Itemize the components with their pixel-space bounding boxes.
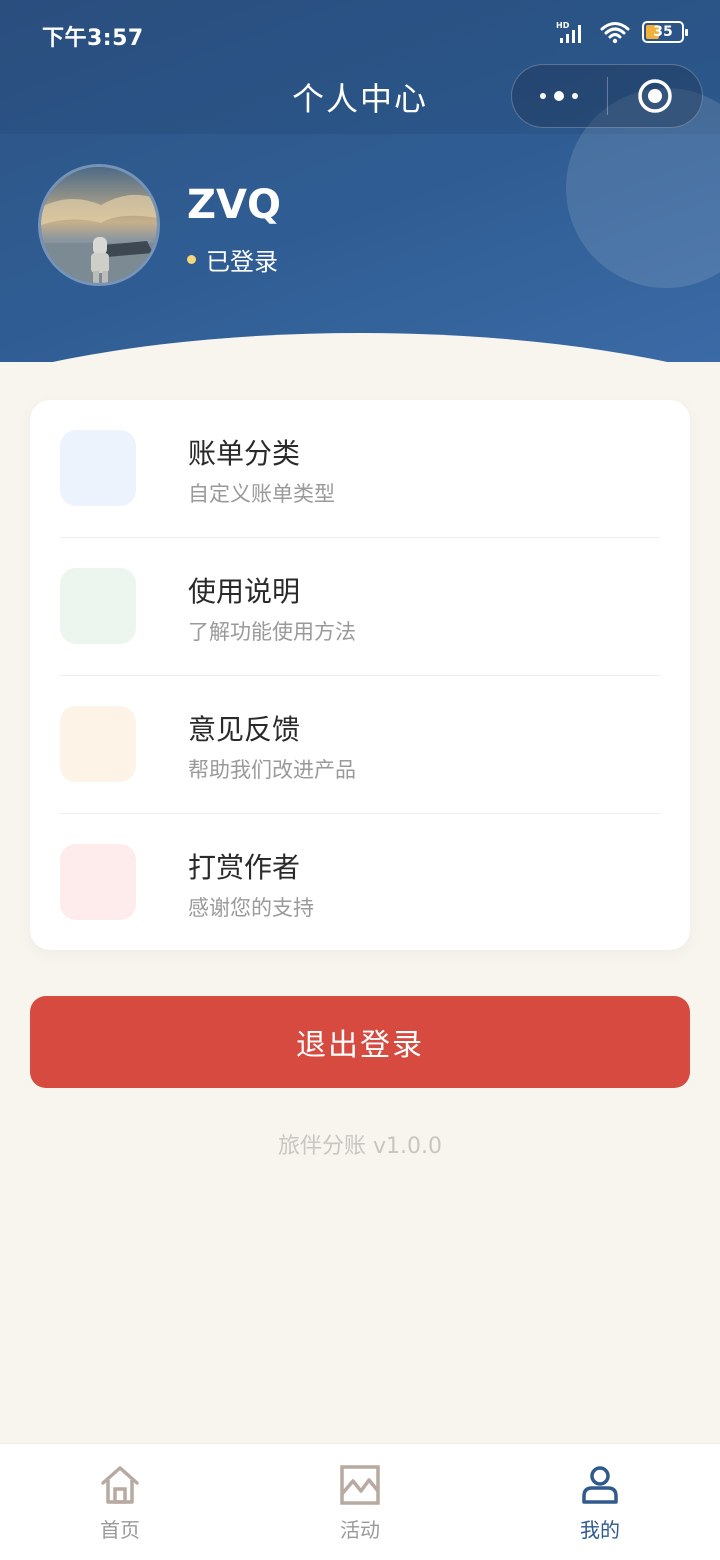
tab-mine[interactable]: 我的 (480, 1444, 720, 1560)
target-icon (637, 79, 672, 113)
menu-card: 账单分类 自定义账单类型 使用说明 了解功能使用方法 意见反馈 帮助我们改进产品… (30, 400, 690, 950)
logout-button[interactable]: 退出登录 (30, 996, 690, 1088)
app-version: 旅伴分账 v1.0.0 (278, 1134, 442, 1159)
menu-item-feedback[interactable]: 意见反馈 帮助我们改进产品 (60, 676, 660, 814)
menu-item-bill-category[interactable]: 账单分类 自定义账单类型 (60, 400, 660, 538)
menu-item-tip-author[interactable]: 打赏作者 感谢您的支持 (60, 814, 660, 952)
menu-item-title: 意见反馈 (188, 713, 301, 746)
menu-item-title: 打赏作者 (188, 851, 301, 884)
header-curve (0, 333, 720, 362)
menu-item-subtitle: 了解功能使用方法 (188, 620, 356, 644)
signal-icon: HD (556, 21, 581, 43)
status-bar: 下午3:57 HD 35 (0, 0, 720, 64)
more-dots-icon (540, 91, 579, 101)
tab-label: 首页 (100, 1518, 140, 1542)
tab-label: 我的 (580, 1518, 620, 1542)
network-type-label: HD (556, 21, 570, 30)
instructions-icon (60, 568, 136, 644)
user-icon (582, 1466, 618, 1504)
wifi-icon (600, 22, 630, 44)
login-status-text: 已登录 (206, 248, 278, 276)
status-icons: HD 35 (556, 20, 688, 44)
tab-label: 活动 (340, 1518, 380, 1542)
avatar[interactable] (38, 164, 160, 286)
menu-item-title: 使用说明 (188, 575, 301, 608)
battery-level: 35 (653, 24, 673, 40)
menu-item-subtitle: 自定义账单类型 (188, 482, 335, 506)
tab-home[interactable]: 首页 (0, 1444, 240, 1560)
status-time: 下午3:57 (42, 26, 144, 51)
status-dot (187, 255, 196, 264)
menu-item-subtitle: 感谢您的支持 (188, 896, 314, 920)
mini-program-capsule (511, 64, 703, 128)
username: ZVQ (187, 182, 281, 228)
home-icon (101, 1466, 139, 1504)
menu-item-instructions[interactable]: 使用说明 了解功能使用方法 (60, 538, 660, 676)
menu-item-subtitle: 帮助我们改进产品 (188, 758, 356, 782)
activity-chart-icon (340, 1465, 380, 1505)
tab-activity[interactable]: 活动 (240, 1444, 480, 1560)
more-options-button[interactable] (512, 64, 607, 128)
bill-category-icon (60, 430, 136, 506)
profile-page: 下午3:57 HD 35 个人中心 ZVQ 已登录 账单分类 自定义账单类型 使… (0, 0, 720, 1560)
tip-author-icon (60, 844, 136, 920)
close-mini-program-button[interactable] (607, 64, 702, 128)
menu-item-title: 账单分类 (188, 437, 301, 470)
login-status: 已登录 (187, 242, 278, 277)
battery-indicator: 35 (642, 21, 688, 43)
tab-bar: 首页 活动 我的 (0, 1443, 720, 1560)
feedback-icon (60, 706, 136, 782)
